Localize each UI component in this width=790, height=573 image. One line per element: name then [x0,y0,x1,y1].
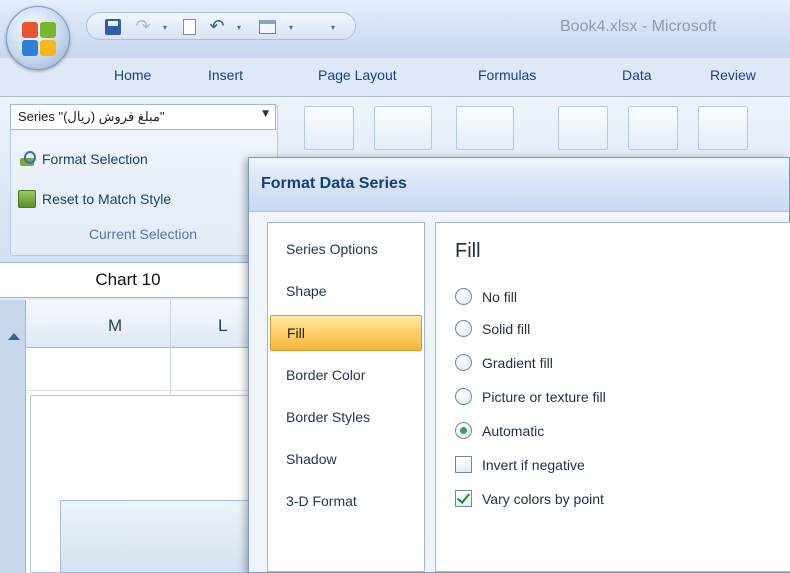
column-header-m[interactable]: M [108,316,122,336]
new-document-button[interactable] [177,16,201,38]
format-selection-label: Format Selection [42,151,148,167]
radio-solid-fill[interactable] [455,320,472,337]
option-label: Automatic [482,422,545,439]
radio-no-fill[interactable] [455,288,472,305]
print-preview-button[interactable] [255,16,279,38]
option-invert-if-negative[interactable]: Invert if negative [455,456,585,473]
reset-style-icon [18,190,36,208]
tab-insert[interactable]: Insert [208,67,243,83]
nav-border-styles[interactable]: Border Styles [270,399,422,435]
nav-series-options[interactable]: Series Options [270,231,422,267]
tab-data[interactable]: Data [622,67,652,83]
option-label: Invert if negative [482,456,585,473]
nav-3d-format[interactable]: 3-D Format [270,483,422,519]
option-label: Solid fill [482,320,531,337]
option-label: Gradient fill [482,354,553,371]
insert-shapes-button[interactable] [374,106,432,150]
tab-formulas[interactable]: Formulas [478,67,536,83]
redo-button[interactable]: ↷ [131,16,155,38]
column-header-l[interactable]: L [218,316,227,336]
dialog-nav-list: Series Options Shape Fill Border Color B… [267,222,425,572]
chevron-down-icon: ▾ [162,22,167,32]
customize-qat-button[interactable]: ▾ [321,16,345,38]
office-button[interactable] [6,6,70,70]
chart-plot-floor [60,500,260,573]
chart-style-button[interactable] [698,106,748,150]
checkbox-vary-colors-by-point[interactable] [455,490,472,507]
option-vary-colors-by-point[interactable]: Vary colors by point [455,490,604,507]
print-preview-icon [258,20,276,34]
name-box[interactable]: Chart 10 [10,264,246,296]
reset-to-match-style-label: Reset to Match Style [42,191,172,207]
window-title: Book4.xlsx - Microsoft [560,18,717,35]
chart-element-value: Series "مبلغ فروش (ریال)" [18,109,165,124]
option-gradient-fill[interactable]: Gradient fill [455,354,553,371]
redo-dropdown[interactable]: ▾ [153,16,177,38]
save-button[interactable] [101,16,125,38]
tab-page-layout[interactable]: Page Layout [318,67,397,83]
option-picture-texture-fill[interactable]: Picture or texture fill [455,388,606,405]
radio-gradient-fill[interactable] [455,354,472,371]
nav-border-color[interactable]: Border Color [270,357,422,393]
tab-home[interactable]: Home [114,67,151,83]
insert-textbox-button[interactable] [456,106,514,150]
nav-shape[interactable]: Shape [270,273,422,309]
chevron-down-icon: ▾ [288,22,293,32]
dialog-title: Format Data Series [261,175,407,192]
format-selection-icon [18,150,36,168]
print-preview-dropdown[interactable]: ▾ [279,16,303,38]
undo-button[interactable]: ↶ [205,16,229,38]
option-label: No fill [482,288,518,305]
option-label: Picture or texture fill [482,388,606,405]
option-label: Vary colors by point [482,490,604,507]
option-automatic[interactable]: Automatic [455,422,544,439]
reset-to-match-style-button[interactable]: Reset to Match Style [18,190,171,208]
current-selection-label: Current Selection [88,226,198,242]
nav-fill[interactable]: Fill [270,315,422,351]
tab-review[interactable]: Review [710,67,756,83]
option-no-fill[interactable]: No fill [455,288,517,305]
chart-style-button[interactable] [628,106,678,150]
checkbox-invert-if-negative[interactable] [455,456,472,473]
insert-picture-button[interactable] [304,106,354,150]
radio-picture-texture-fill[interactable] [455,388,472,405]
save-icon [105,19,121,35]
dialog-title-bar[interactable]: Format Data Series [249,158,789,212]
scroll-up-icon[interactable] [8,333,20,340]
panel-heading: Fill [455,240,481,262]
format-selection-button[interactable]: Format Selection [18,150,148,168]
nav-shadow[interactable]: Shadow [270,441,422,477]
undo-dropdown[interactable]: ▾ [227,16,251,38]
vertical-scrollbar[interactable] [0,300,26,573]
office-logo-icon [22,22,56,56]
undo-icon: ↶ [209,16,225,37]
customize-icon: ▾ [330,22,335,32]
radio-automatic[interactable] [455,422,472,439]
chart-element-dropdown[interactable]: Series "مبلغ فروش (ریال)" ▼ [10,104,276,130]
format-data-series-dialog: Format Data Series Series Options Shape … [248,157,790,573]
chart-style-button[interactable] [558,106,608,150]
redo-icon: ↷ [135,16,151,37]
new-document-icon [182,19,196,35]
chevron-down-icon: ▼ [262,109,269,119]
chevron-down-icon: ▾ [236,22,241,32]
option-solid-fill[interactable]: Solid fill [455,320,530,337]
quick-access-toolbar: ↷ ▾ ↶ ▾ ▾ ▾ [86,12,356,40]
